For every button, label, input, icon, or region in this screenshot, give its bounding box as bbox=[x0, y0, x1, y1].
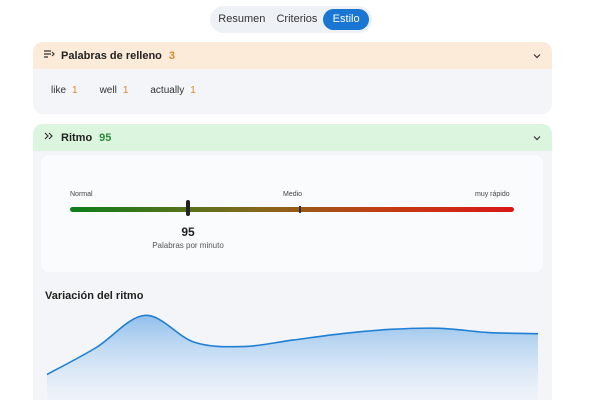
scale-label-mid: Medio bbox=[283, 191, 303, 198]
tab-criterios[interactable]: Criterios bbox=[271, 9, 324, 30]
chevron-down-icon[interactable] bbox=[532, 51, 542, 61]
rhythm-score: 95 bbox=[99, 131, 112, 144]
mid-tick bbox=[299, 206, 301, 213]
pace-card: Normal Medio muy rápido 95 Palabras por … bbox=[41, 155, 543, 272]
double-chevron-right-icon bbox=[43, 131, 57, 144]
scale-label-low: Normal bbox=[70, 191, 93, 198]
filler-words-title: Palabras de relleno bbox=[61, 49, 162, 62]
filler-words-list: like 1 well 1 actually 1 bbox=[33, 69, 552, 96]
list-item: well 1 bbox=[99, 85, 129, 96]
list-lines-icon bbox=[43, 49, 57, 62]
filler-words-count: 3 bbox=[168, 49, 176, 62]
rhythm-header[interactable]: Ritmo 95 bbox=[33, 124, 552, 151]
chevron-down-icon[interactable] bbox=[532, 133, 542, 143]
pace-value: 95 bbox=[181, 225, 195, 239]
pace-unit: Palabras por minuto bbox=[152, 241, 224, 250]
tab-resumen[interactable]: Resumen bbox=[213, 9, 271, 30]
tab-bar: Resumen Criterios Estilo bbox=[210, 6, 372, 33]
pace-gradient-bar bbox=[70, 207, 514, 212]
list-item: like 1 bbox=[51, 85, 78, 96]
scale-label-high: muy rápido bbox=[475, 191, 510, 198]
pace-marker bbox=[186, 200, 190, 216]
tab-estilo[interactable]: Estilo bbox=[323, 9, 369, 30]
variation-title: Variación del ritmo bbox=[45, 290, 144, 302]
filler-words-section: Palabras de relleno 3 like 1 well 1 actual… bbox=[33, 42, 552, 114]
list-item: actually 1 bbox=[150, 85, 196, 96]
rhythm-section: Ritmo 95 Normal Medio muy rápido 95 Pala… bbox=[33, 124, 552, 400]
filler-words-header[interactable]: Palabras de relleno 3 bbox=[33, 42, 552, 69]
rhythm-title: Ritmo bbox=[61, 131, 93, 144]
rhythm-variation-chart bbox=[46, 314, 539, 400]
